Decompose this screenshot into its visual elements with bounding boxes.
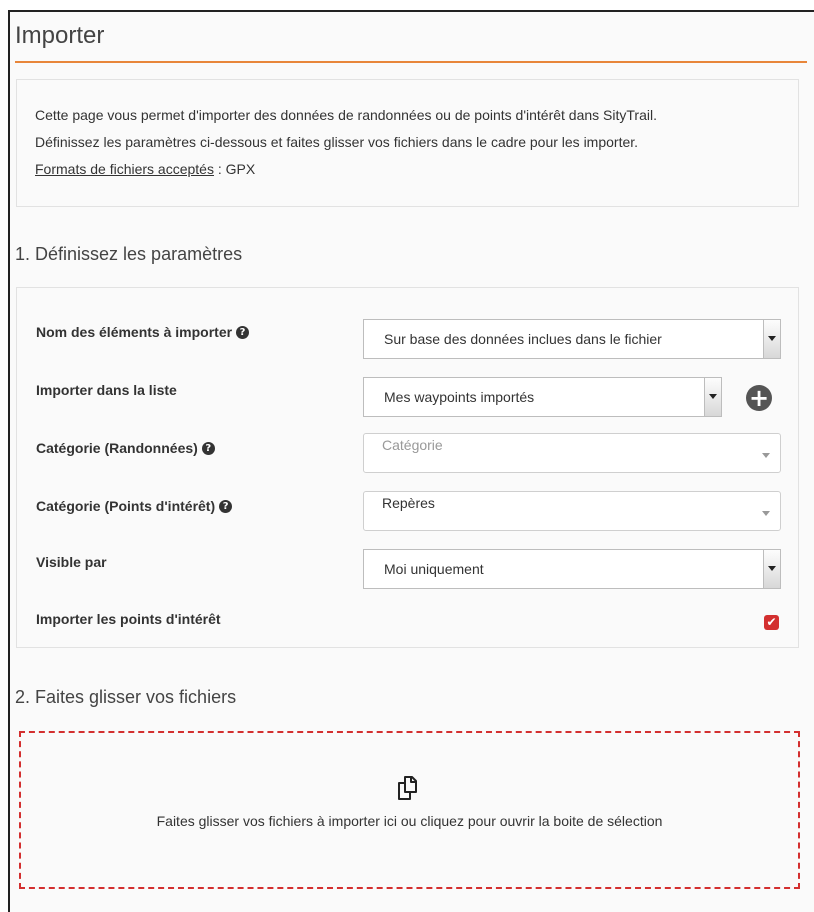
import-poi-label-text: Importer les points d'intérêt	[36, 611, 221, 627]
formats-value: : GPX	[213, 161, 256, 177]
import-list-label-text: Importer dans la liste	[36, 382, 177, 398]
question-circle-icon[interactable]: ?	[201, 441, 215, 455]
category-poi-label: Catégorie (Points d'intérêt) ?	[36, 498, 233, 514]
dropzone-text: Faites glisser vos fichiers à importer i…	[156, 813, 663, 829]
name-elements-label-text: Nom des éléments à importer	[36, 324, 233, 340]
category-poi-value: Repères	[382, 495, 435, 511]
files-icon	[398, 776, 417, 800]
info-formats: Formats de fichiers acceptés : GPX	[35, 156, 798, 183]
title-divider	[15, 61, 807, 63]
chevron-down-icon	[762, 511, 770, 516]
category-hikes-label-text: Catégorie (Randonnées)	[36, 440, 198, 456]
import-poi-checkbox[interactable]: ✔	[764, 615, 779, 630]
import-list-select-value: Mes waypoints importés	[384, 389, 535, 405]
visible-by-label: Visible par	[36, 554, 107, 570]
visible-by-select-value: Moi uniquement	[384, 561, 484, 577]
section-1-title: 1. Définissez les paramètres	[15, 244, 243, 264]
question-circle-icon[interactable]: ?	[219, 499, 233, 513]
formats-link[interactable]: Formats de fichiers acceptés	[35, 161, 214, 177]
category-hikes-label: Catégorie (Randonnées) ?	[36, 440, 215, 456]
info-line-2: Définissez les paramètres ci-dessous et …	[35, 134, 639, 150]
category-poi-label-text: Catégorie (Points d'intérêt)	[36, 498, 216, 514]
category-hikes-placeholder: Catégorie	[382, 437, 443, 453]
name-elements-label: Nom des éléments à importer ?	[36, 324, 250, 340]
visible-by-select[interactable]: Moi uniquement	[363, 549, 781, 589]
name-elements-select[interactable]: Sur base des données inclues dans le fic…	[363, 319, 781, 359]
info-line-1: Cette page vous permet d'importer des do…	[35, 107, 657, 123]
question-circle-icon[interactable]: ?	[236, 325, 250, 339]
file-dropzone[interactable]: Faites glisser vos fichiers à importer i…	[19, 731, 800, 889]
import-list-label: Importer dans la liste	[36, 382, 177, 398]
page-title: Importer	[15, 22, 105, 49]
select-arrow-icon	[763, 320, 780, 358]
name-elements-select-value: Sur base des données inclues dans le fic…	[384, 331, 662, 347]
visible-by-label-text: Visible par	[36, 554, 107, 570]
import-list-select[interactable]: Mes waypoints importés	[363, 377, 722, 417]
section-2-title: 2. Faites glisser vos fichiers	[15, 687, 237, 707]
select-arrow-icon	[763, 550, 780, 588]
category-poi-select[interactable]: Repères	[363, 491, 781, 531]
info-panel: Cette page vous permet d'importer des do…	[16, 79, 799, 207]
import-poi-label: Importer les points d'intérêt	[36, 611, 221, 627]
add-list-button[interactable]: +	[746, 385, 772, 411]
parameters-panel: Nom des éléments à importer ? Sur base d…	[16, 287, 799, 648]
select-arrow-icon	[704, 378, 721, 416]
chevron-down-icon	[762, 453, 770, 458]
category-hikes-select[interactable]: Catégorie	[363, 433, 781, 473]
